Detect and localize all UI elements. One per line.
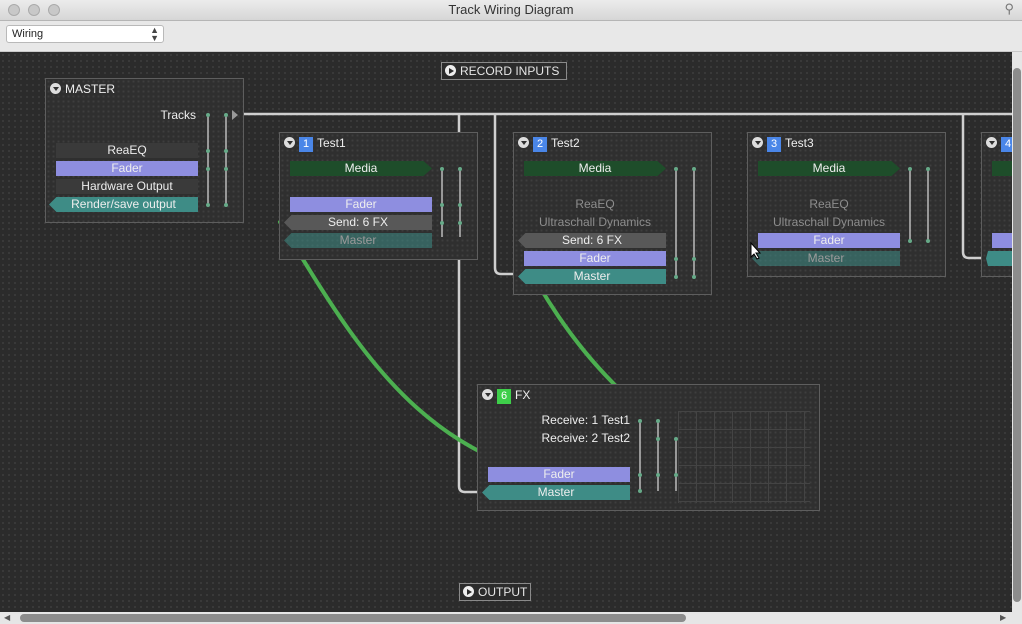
test2-fader[interactable]: Fader xyxy=(524,251,666,266)
test2-header: 2 Test2 xyxy=(518,136,580,152)
collapse-toggle-icon[interactable] xyxy=(50,83,61,94)
horizontal-scroll-thumb[interactable] xyxy=(20,614,686,622)
record-inputs-button[interactable]: RECORD INPUTS xyxy=(441,62,567,80)
horizontal-scrollbar[interactable]: ◀ ▶ xyxy=(0,612,1022,624)
test1-media[interactable]: Media xyxy=(290,161,432,176)
master-render-output[interactable]: Render/save output xyxy=(49,197,198,212)
bus-drop-test2 xyxy=(493,114,514,276)
fx-header: 6 FX xyxy=(482,388,530,404)
test4-fader[interactable] xyxy=(992,233,1012,248)
test3-fx-dynamics[interactable]: Ultraschall Dynamics xyxy=(758,215,900,230)
test3-fx-reaeq[interactable]: ReaEQ xyxy=(758,197,900,212)
track-node-fx[interactable]: 6 FX Receive: 1 Test1 Receive: 2 Test2 Fa… xyxy=(477,384,820,511)
collapse-toggle-icon[interactable] xyxy=(518,137,529,148)
bus-drop-test4 xyxy=(961,114,982,260)
test2-name: Test2 xyxy=(551,136,580,150)
master-header: MASTER xyxy=(50,82,115,98)
record-inputs-label: RECORD INPUTS xyxy=(460,64,560,78)
test4-master[interactable] xyxy=(986,251,1012,266)
collapse-toggle-icon[interactable] xyxy=(284,137,295,148)
window-title: Track Wiring Diagram xyxy=(448,2,574,17)
test1-send[interactable]: Send: 6 FX xyxy=(284,215,432,230)
master-routing-matrix xyxy=(206,110,238,207)
fx-receive-test1[interactable]: Receive: 1 Test1 xyxy=(498,413,631,427)
test4-number: 4 xyxy=(1001,137,1012,152)
wiring-canvas[interactable]: RECORD INPUTS OUTPUT MASTER Tracks ReaEQ… xyxy=(0,52,1012,612)
pin-icon[interactable]: ⚲ xyxy=(1004,1,1014,17)
track-node-test1[interactable]: 1 Test1 Media Fader Send: 6 FX Master xyxy=(279,132,478,260)
fx-receive-test2[interactable]: Receive: 2 Test2 xyxy=(498,431,631,445)
collapse-toggle-icon[interactable] xyxy=(752,137,763,148)
track-node-test3[interactable]: 3 Test3 Media ReaEQ Ultraschall Dynamics … xyxy=(747,132,946,277)
master-tracks-label: Tracks xyxy=(160,108,196,122)
test2-send[interactable]: Send: 6 FX xyxy=(518,233,666,248)
test3-fader[interactable]: Fader xyxy=(758,233,900,248)
test1-master[interactable]: Master xyxy=(284,233,432,248)
scroll-right-icon[interactable]: ▶ xyxy=(1000,613,1006,622)
fx-name: FX xyxy=(515,388,531,402)
test1-fader[interactable]: Fader xyxy=(290,197,432,212)
collapse-toggle-icon[interactable] xyxy=(986,137,997,148)
play-circle-icon xyxy=(445,65,456,76)
test1-routing-matrix xyxy=(440,167,462,237)
play-circle-icon xyxy=(463,586,474,597)
test2-media[interactable]: Media xyxy=(524,161,666,176)
test3-header: 3 Test3 xyxy=(752,136,814,152)
track-node-test2[interactable]: 2 Test2 Media ReaEQ Ultraschall Dynamics … xyxy=(513,132,712,295)
toolbar: Wiring ▲ ▼ xyxy=(0,21,1022,52)
master-title: MASTER xyxy=(65,82,116,96)
fx-receive-grid xyxy=(678,411,810,503)
test2-routing-matrix xyxy=(674,167,696,279)
master-fader[interactable]: Fader xyxy=(56,161,198,176)
track-node-test4[interactable]: 4 xyxy=(981,132,1012,277)
vertical-scroll-thumb[interactable] xyxy=(1013,68,1021,602)
collapse-toggle-icon[interactable] xyxy=(482,389,493,400)
fx-fader[interactable]: Fader xyxy=(488,467,630,482)
title-bar: Track Wiring Diagram ⚲ xyxy=(0,0,1022,21)
test1-number: 1 xyxy=(299,137,313,152)
select-arrows-icon: ▲ ▼ xyxy=(150,25,159,43)
view-select-value: Wiring xyxy=(12,28,44,40)
output-label: OUTPUT xyxy=(478,585,528,599)
master-hardware-output[interactable]: Hardware Output xyxy=(56,179,198,194)
output-button[interactable]: OUTPUT xyxy=(459,583,531,601)
mouse-cursor-icon xyxy=(750,242,762,260)
fx-master[interactable]: Master xyxy=(482,485,630,500)
master-fx-reaeq[interactable]: ReaEQ xyxy=(56,143,198,158)
test4-header: 4 xyxy=(986,136,1012,152)
test3-number: 3 xyxy=(767,137,781,152)
fx-number: 6 xyxy=(497,389,511,404)
fx-routing-matrix xyxy=(638,419,678,493)
test2-master[interactable]: Master xyxy=(518,269,666,284)
test3-master[interactable]: Master xyxy=(752,251,900,266)
test3-routing-matrix xyxy=(908,167,930,243)
master-node[interactable]: MASTER Tracks ReaEQ Fader Hardware Outpu… xyxy=(45,78,244,223)
scroll-left-icon[interactable]: ◀ xyxy=(4,613,10,622)
test2-number: 2 xyxy=(533,137,547,152)
test2-fx-dynamics[interactable]: Ultraschall Dynamics xyxy=(524,215,666,230)
vertical-scrollbar[interactable] xyxy=(1012,52,1022,612)
test4-media[interactable] xyxy=(992,161,1012,176)
test1-name: Test1 xyxy=(317,136,346,150)
test2-fx-reaeq[interactable]: ReaEQ xyxy=(524,197,666,212)
test1-header: 1 Test1 xyxy=(284,136,346,152)
test3-media[interactable]: Media xyxy=(758,161,900,176)
view-select[interactable]: Wiring ▲ ▼ xyxy=(6,25,164,43)
test3-name: Test3 xyxy=(785,136,814,150)
